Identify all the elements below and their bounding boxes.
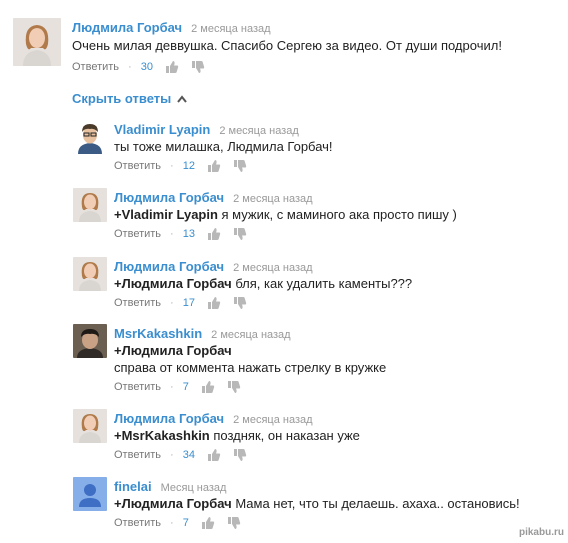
comment-author[interactable]: Vladimir Lyapin 2 месяца назад <box>114 122 299 137</box>
thumbs-up-icon[interactable] <box>207 227 221 241</box>
avatar[interactable] <box>73 188 107 222</box>
separator-dot: · <box>128 61 132 73</box>
woman-avatar-icon <box>13 18 61 66</box>
avatar[interactable] <box>73 120 107 154</box>
avatar[interactable] <box>73 324 107 358</box>
thumbs-up-icon[interactable] <box>201 516 215 530</box>
comment-text: +Людмила Горбач Мама нет, что ты делаешь… <box>114 496 520 512</box>
reply-button[interactable]: Ответить <box>114 160 161 172</box>
reply-button[interactable]: Ответить <box>114 297 161 309</box>
watermark: pikabu.ru <box>518 527 564 538</box>
avatar[interactable] <box>73 257 107 291</box>
thumbs-up-icon[interactable] <box>207 296 221 310</box>
woman-avatar-icon <box>73 257 107 291</box>
comment-actions: Ответить · 13 <box>114 227 247 241</box>
separator-dot: · <box>170 160 174 172</box>
separator-dot: · <box>170 228 174 240</box>
like-count: 17 <box>182 297 195 309</box>
dark-man-avatar-icon <box>73 324 107 358</box>
separator-dot: · <box>170 517 174 529</box>
thumbs-down-icon[interactable] <box>227 516 241 530</box>
comment-author[interactable]: Людмила Горбач 2 месяца назад <box>114 190 313 205</box>
comment-timestamp[interactable]: 2 месяца назад <box>233 193 312 205</box>
comment-timestamp[interactable]: 2 месяца назад <box>191 23 270 35</box>
comment-body: ты тоже милашка, Людмила Горбач! <box>114 139 333 154</box>
thumbs-up-icon[interactable] <box>201 380 215 394</box>
comment-body: я мужик, с маминого ака просто пишу ) <box>217 207 457 222</box>
man-avatar-icon <box>73 120 107 154</box>
comment-actions: Ответить · 7 <box>114 516 241 530</box>
comment-timestamp[interactable]: Месяц назад <box>161 482 227 494</box>
comment-text: +Людмила Горбач <box>114 343 232 359</box>
comment-timestamp[interactable]: 2 месяца назад <box>211 329 290 341</box>
like-count: 7 <box>182 517 189 529</box>
thumbs-down-icon[interactable] <box>233 159 247 173</box>
reply-button[interactable]: Ответить <box>72 61 119 73</box>
mention-link[interactable]: +Людмила Горбач <box>114 276 232 291</box>
mention-link[interactable]: +Vladimir Lyapin <box>114 207 218 222</box>
comment-actions: Ответить · 12 <box>114 159 247 173</box>
mention-link[interactable]: +MsrKakashkin <box>114 428 210 443</box>
avatar[interactable] <box>13 18 61 66</box>
comment-timestamp[interactable]: 2 месяца назад <box>219 125 298 137</box>
comment-actions: Ответить · 17 <box>114 296 247 310</box>
comment-author[interactable]: finelai Месяц назад <box>114 479 226 494</box>
comment-body: поздняк, он наказан уже <box>209 428 360 443</box>
comment-text: +Vladimir Lyapin я мужик, с маминого ака… <box>114 207 457 223</box>
comment-text: +MsrKakashkin поздняк, он наказан уже <box>114 428 360 444</box>
like-count: 30 <box>140 61 153 73</box>
thumbs-up-icon[interactable] <box>207 159 221 173</box>
comment-body: Мама нет, что ты делаешь. ахаха.. остано… <box>231 496 520 511</box>
woman-avatar-icon <box>73 409 107 443</box>
woman-avatar-icon <box>73 188 107 222</box>
comment-author[interactable]: Людмила Горбач 2 месяца назад <box>114 259 313 274</box>
like-count: 34 <box>182 449 195 461</box>
reply-button[interactable]: Ответить <box>114 228 161 240</box>
mention-link[interactable]: +Людмила Горбач <box>114 496 232 511</box>
avatar[interactable] <box>73 477 107 511</box>
reply-button[interactable]: Ответить <box>114 381 161 393</box>
like-count: 12 <box>182 160 195 172</box>
thumbs-down-icon[interactable] <box>191 60 205 74</box>
reply-button[interactable]: Ответить <box>114 449 161 461</box>
thumbs-down-icon[interactable] <box>233 227 247 241</box>
like-count: 7 <box>182 381 189 393</box>
chevron-up-icon <box>177 94 188 103</box>
comment-text: Очень милая деввушка. Спасибо Сергею за … <box>72 38 502 53</box>
thumbs-down-icon[interactable] <box>233 296 247 310</box>
thumbs-up-icon[interactable] <box>165 60 179 74</box>
separator-dot: · <box>170 381 174 393</box>
avatar[interactable] <box>73 409 107 443</box>
comment-text-line2: справа от коммента нажать стрелку в круж… <box>114 360 387 375</box>
comment-timestamp[interactable]: 2 месяца назад <box>233 414 312 426</box>
comment-author[interactable]: MsrKakashkin 2 месяца назад <box>114 326 291 341</box>
thumbs-down-icon[interactable] <box>233 448 247 462</box>
hide-replies-label: Скрыть ответы <box>72 91 172 106</box>
comment-timestamp[interactable]: 2 месяца назад <box>233 262 312 274</box>
hide-replies-toggle[interactable]: Скрыть ответы <box>72 91 188 106</box>
thumbs-up-icon[interactable] <box>207 448 221 462</box>
comment-actions: Ответить · 30 <box>72 60 205 74</box>
comment-text: +Людмила Горбач бля, как удалить каменты… <box>114 276 412 292</box>
separator-dot: · <box>170 449 174 461</box>
separator-dot: · <box>170 297 174 309</box>
comment-author[interactable]: Людмила Горбач 2 месяца назад <box>114 411 313 426</box>
comment-author[interactable]: Людмила Горбач 2 месяца назад <box>72 20 271 35</box>
comment-actions: Ответить · 7 <box>114 380 241 394</box>
comment-text: ты тоже милашка, Людмила Горбач! <box>114 139 333 155</box>
like-count: 13 <box>182 228 195 240</box>
reply-button[interactable]: Ответить <box>114 517 161 529</box>
default-user-avatar-icon <box>73 477 107 511</box>
comment-actions: Ответить · 34 <box>114 448 247 462</box>
mention-link[interactable]: +Людмила Горбач <box>114 343 232 358</box>
comment-body: бля, как удалить каменты??? <box>231 276 413 291</box>
thumbs-down-icon[interactable] <box>227 380 241 394</box>
